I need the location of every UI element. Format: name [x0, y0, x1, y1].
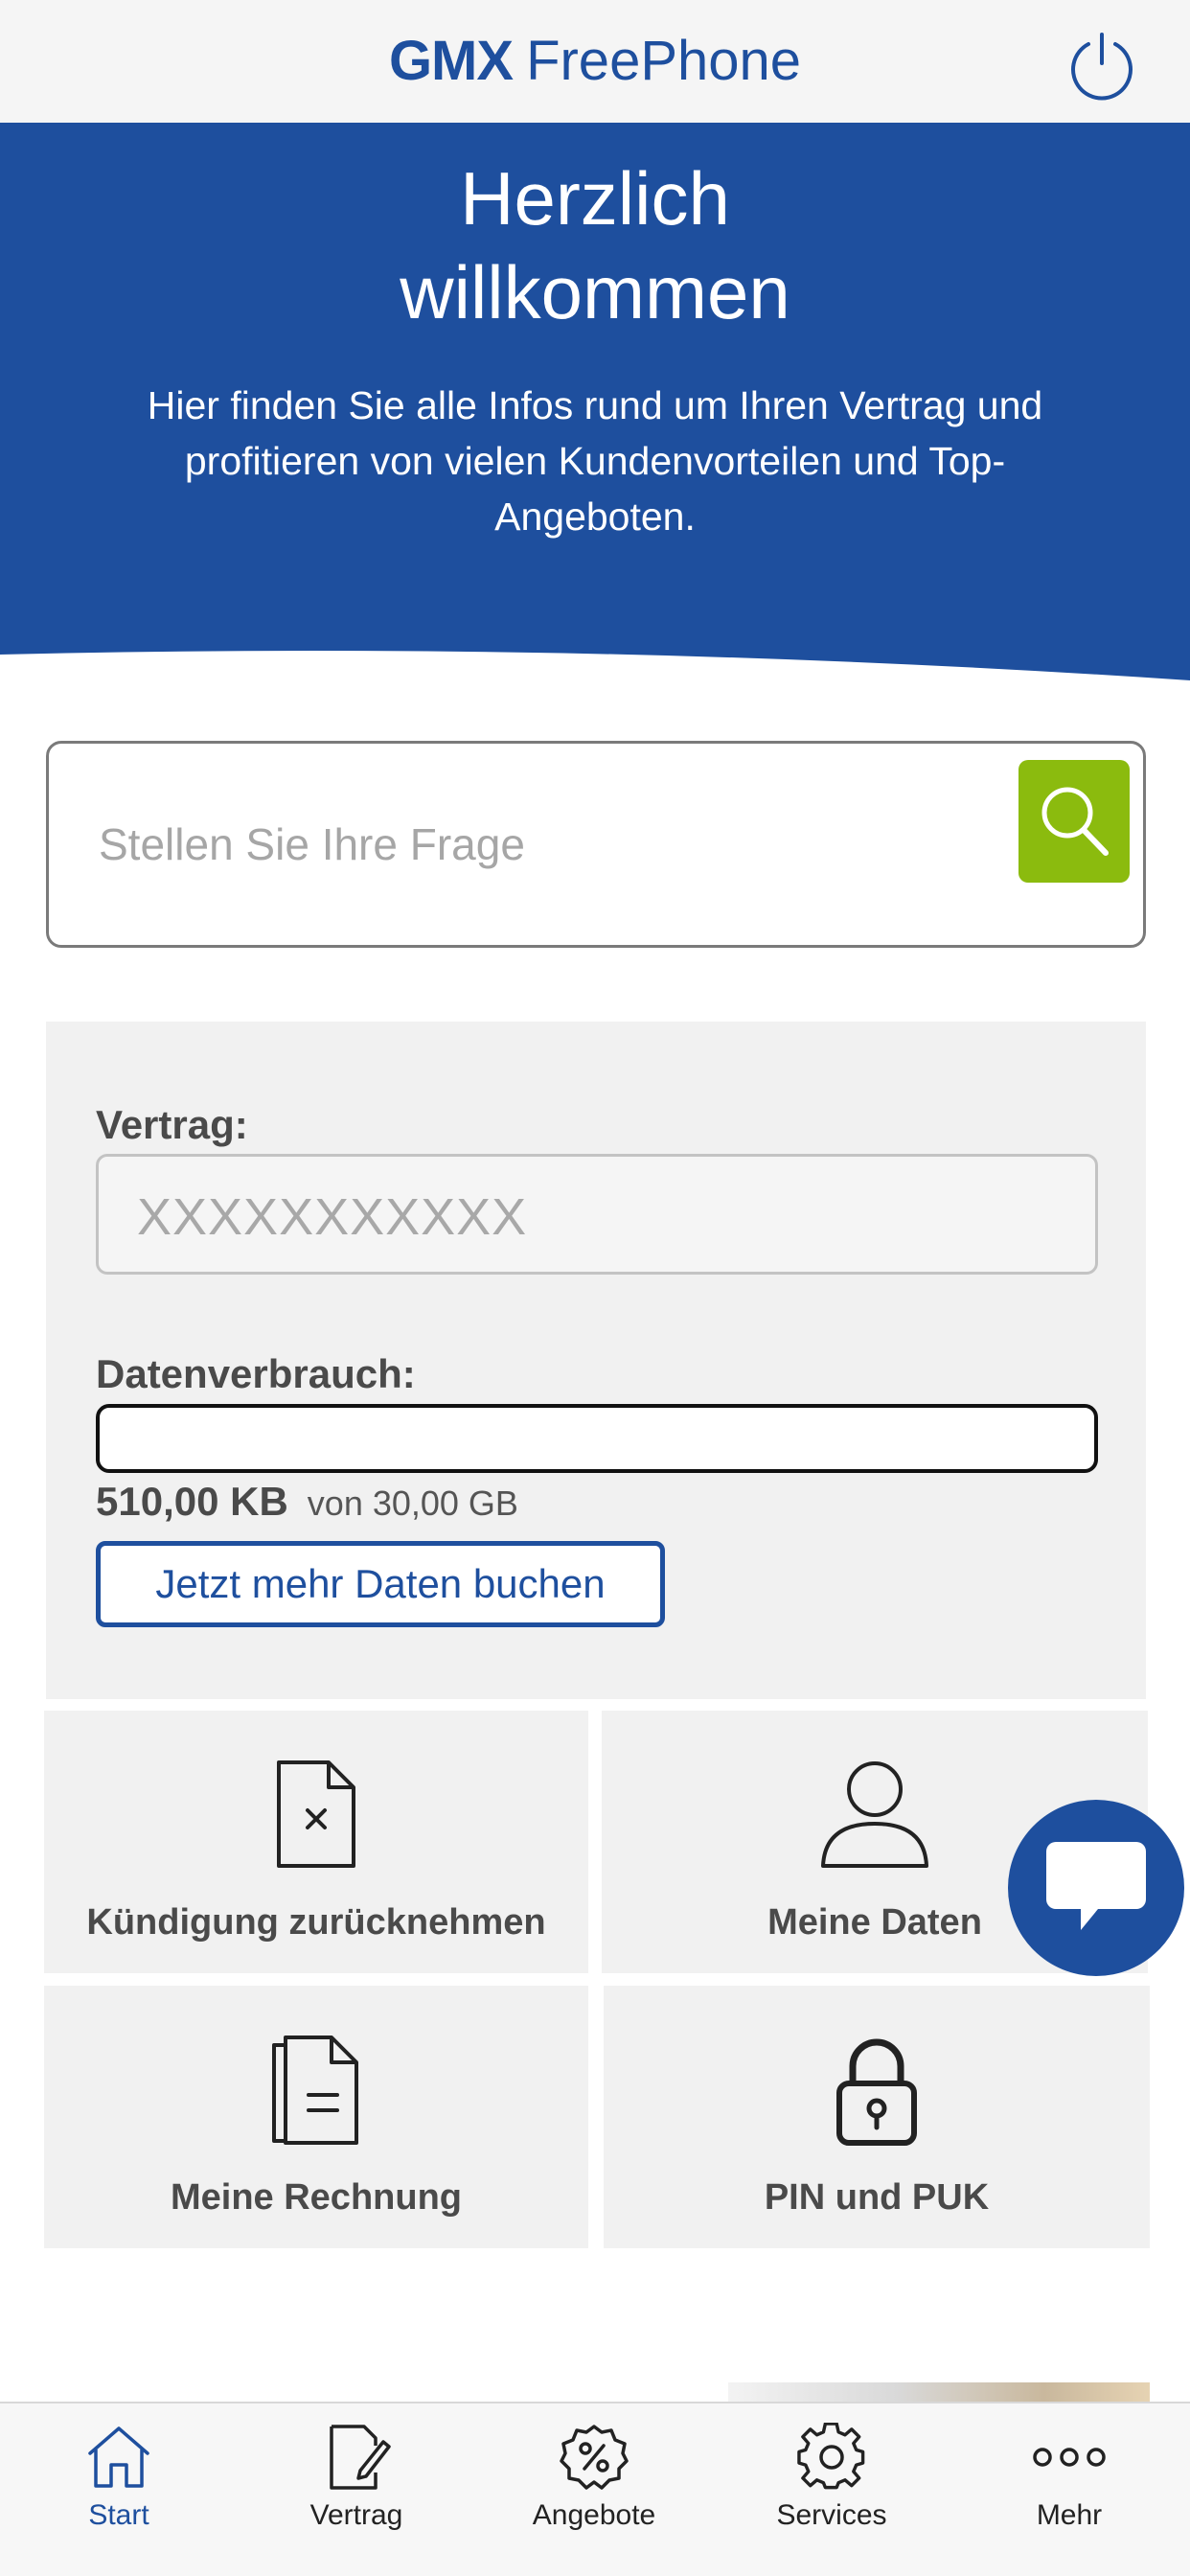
- percent-badge-icon: [560, 2425, 629, 2490]
- question-search: [46, 741, 1146, 948]
- top-bar: GMX FreePhone: [0, 0, 1190, 123]
- document-x-icon: [277, 1760, 355, 1868]
- tile-label: Meine Rechnung: [170, 2177, 463, 2218]
- nav-label: Mehr: [1036, 2499, 1103, 2531]
- usage-summary: 510,00 KB von 30,00 GB: [96, 1479, 518, 1525]
- tile-pin-puk[interactable]: PIN und PUK: [604, 1986, 1150, 2248]
- brand-name-product: FreePhone: [526, 30, 802, 92]
- gear-icon: [797, 2423, 865, 2490]
- welcome-hero: Herzlich willkommen Hier finden Sie alle…: [0, 123, 1190, 688]
- contract-edit-icon: [330, 2425, 391, 2490]
- chat-bubble-icon: [1046, 1842, 1146, 1930]
- brand-name-bold: GMX: [388, 30, 514, 92]
- chat-button[interactable]: [1008, 1800, 1184, 1976]
- nav-label: Vertrag: [309, 2499, 403, 2531]
- tile-cancel-revoke[interactable]: Kündigung zurücknehmen: [44, 1711, 588, 1973]
- search-input[interactable]: [99, 801, 961, 887]
- tile-label: Kündigung zurücknehmen: [86, 1902, 546, 1943]
- tile-my-invoice[interactable]: Meine Rechnung: [44, 1986, 588, 2248]
- power-icon: [1071, 33, 1133, 101]
- nav-label: Angebote: [532, 2499, 656, 2531]
- data-usage-bar: [96, 1404, 1098, 1473]
- nav-contract[interactable]: Vertrag: [238, 2404, 475, 2576]
- more-dots-icon: [1033, 2448, 1106, 2467]
- welcome-title: Herzlich willkommen: [0, 151, 1190, 339]
- nav-more[interactable]: Mehr: [950, 2404, 1188, 2576]
- tile-label: PIN und PUK: [764, 2177, 990, 2218]
- contract-number-field: XXXXXXXXXXX: [96, 1154, 1098, 1275]
- person-icon: [821, 1761, 928, 1868]
- promo-image[interactable]: [728, 2382, 1150, 2402]
- usage-label: Datenverbrauch:: [96, 1351, 416, 1396]
- app-logo: GMX FreePhone: [0, 29, 1190, 93]
- search-icon: [1041, 787, 1109, 856]
- nav-start[interactable]: Start: [0, 2404, 238, 2576]
- welcome-text: Hier finden Sie alle Infos rund um Ihren…: [147, 383, 1043, 539]
- contract-label: Vertrag:: [96, 1102, 248, 1147]
- usage-total: von 30,00 GB: [307, 1484, 518, 1523]
- nav-services[interactable]: Services: [713, 2404, 950, 2576]
- nav-offers[interactable]: Angebote: [475, 2404, 713, 2576]
- contract-panel: Vertrag: XXXXXXXXXXX Datenverbrauch: 510…: [46, 1022, 1146, 1699]
- contract-number: XXXXXXXXXXX: [137, 1188, 528, 1246]
- welcome-title-line1: Herzlich: [460, 156, 730, 241]
- invoice-icon: [272, 2036, 358, 2145]
- book-more-data-button[interactable]: Jetzt mehr Daten buchen: [96, 1541, 665, 1627]
- search-button[interactable]: [1018, 760, 1130, 883]
- bottom-navigation: Start Vertrag Angebote Services Mehr: [0, 2402, 1190, 2576]
- logout-button[interactable]: [1065, 29, 1138, 102]
- usage-used: 510,00 KB: [96, 1479, 288, 1524]
- welcome-title-line2: willkommen: [400, 250, 790, 334]
- nav-label: Services: [776, 2499, 887, 2531]
- home-icon: [88, 2426, 149, 2488]
- lock-icon: [836, 2038, 917, 2146]
- nav-label: Start: [88, 2499, 149, 2531]
